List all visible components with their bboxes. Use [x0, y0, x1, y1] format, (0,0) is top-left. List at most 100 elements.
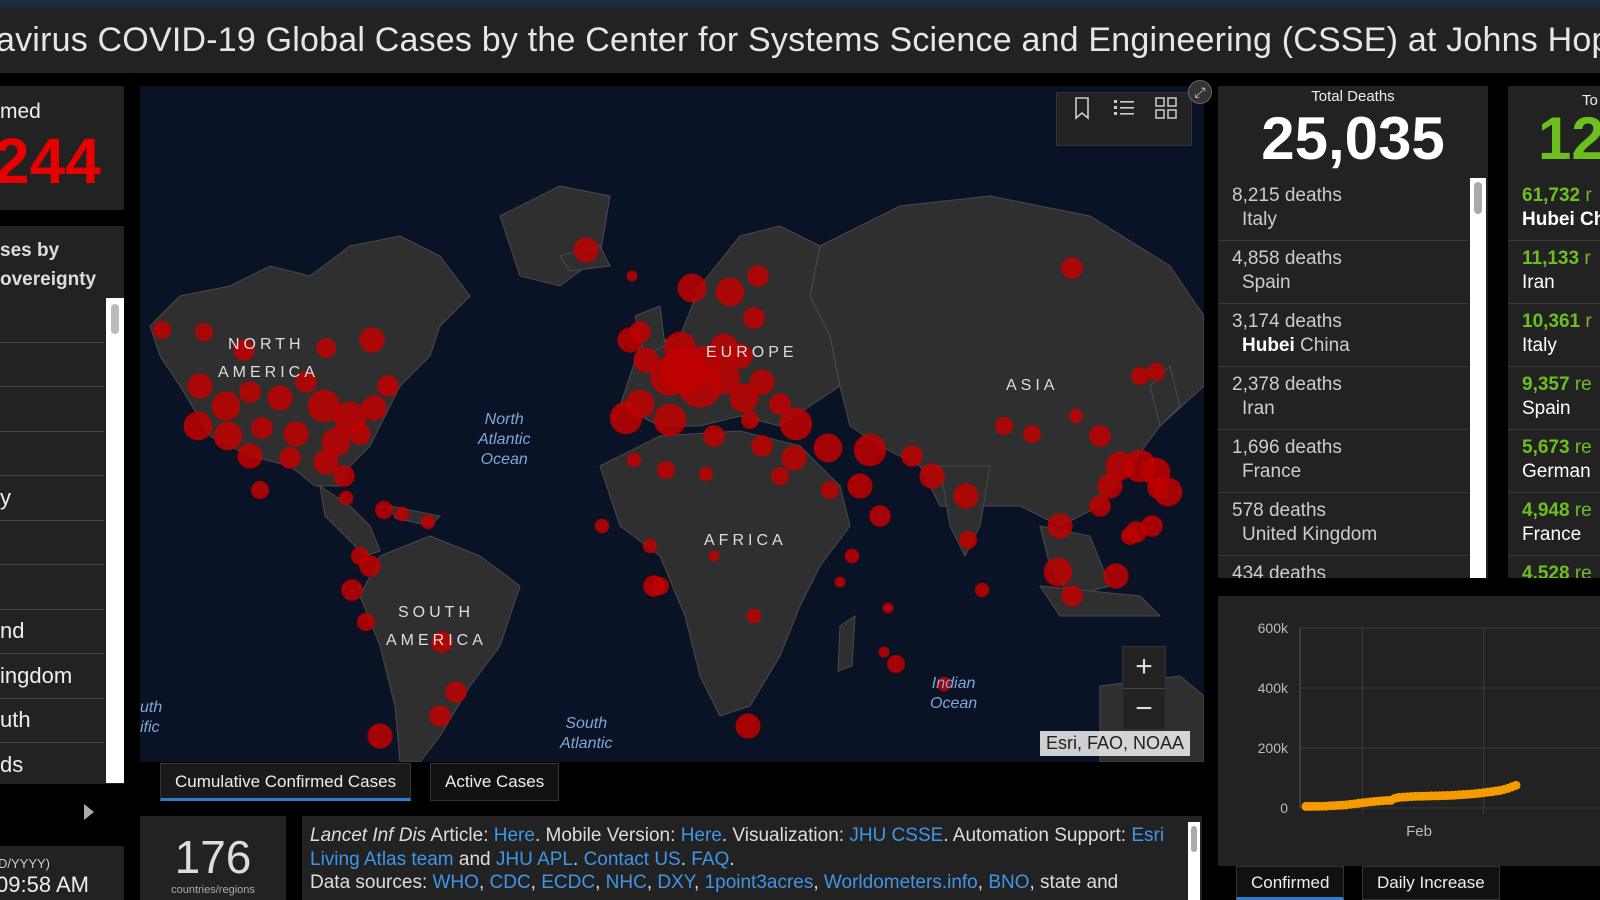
tab-active-cases[interactable]: Active Cases	[430, 763, 560, 801]
case-circle[interactable]	[779, 407, 813, 441]
case-circle[interactable]	[211, 391, 241, 421]
case-circle[interactable]	[653, 403, 687, 437]
case-circle[interactable]	[1089, 495, 1111, 517]
list-item[interactable]: 8,215 deaths Italy	[1218, 178, 1468, 241]
case-circle[interactable]	[677, 273, 707, 303]
case-circle[interactable]	[901, 445, 923, 467]
case-circle[interactable]	[771, 467, 789, 485]
case-circle[interactable]	[445, 681, 467, 703]
list-item[interactable]: ds	[0, 743, 104, 784]
case-circle[interactable]	[573, 237, 599, 263]
case-circle[interactable]	[359, 327, 385, 353]
case-circle[interactable]	[847, 473, 873, 499]
list-item[interactable]: uth	[0, 699, 104, 743]
expand-icon[interactable]: ⤢	[1188, 80, 1212, 104]
source-link-nhc[interactable]: NHC	[606, 872, 647, 893]
case-circle[interactable]	[429, 705, 451, 727]
case-circle[interactable]	[781, 445, 807, 471]
case-circle[interactable]	[251, 481, 269, 499]
source-link-bno[interactable]: BNO	[988, 872, 1029, 893]
tab-daily-increase-chart[interactable]: Daily Increase	[1362, 866, 1500, 900]
case-circle[interactable]	[1047, 513, 1073, 539]
jhu-apl-link[interactable]: JHU APL	[496, 849, 573, 870]
case-circle[interactable]	[959, 531, 977, 549]
list-item[interactable]	[0, 343, 104, 387]
next-page-arrow-icon[interactable]	[84, 804, 94, 820]
case-circle[interactable]	[1023, 425, 1041, 443]
case-circle[interactable]	[195, 323, 213, 341]
list-icon[interactable]	[1109, 93, 1139, 123]
case-circle[interactable]	[338, 490, 354, 506]
source-link-dxy[interactable]: DXY	[657, 872, 694, 893]
case-circle[interactable]	[821, 481, 839, 499]
case-circle[interactable]	[751, 435, 773, 457]
tab-confirmed-chart[interactable]: Confirmed	[1236, 866, 1345, 900]
tab-cumulative-confirmed[interactable]: Cumulative Confirmed Cases	[160, 763, 412, 801]
case-circle[interactable]	[878, 646, 890, 658]
case-circle[interactable]	[1097, 473, 1123, 499]
case-circle[interactable]	[749, 369, 775, 395]
case-circle[interactable]	[1147, 363, 1165, 381]
case-circle[interactable]	[834, 576, 846, 588]
list-item[interactable]: 10,361 r Italy	[1508, 304, 1600, 367]
contact-us-link[interactable]: Contact US	[584, 849, 681, 870]
source-link-cdc[interactable]: CDC	[490, 872, 531, 893]
case-circle[interactable]	[741, 411, 759, 429]
case-circle[interactable]	[703, 425, 725, 447]
list-item[interactable]: 61,732 r Hubei Ch	[1508, 178, 1600, 241]
case-circle[interactable]	[1147, 477, 1169, 499]
country-list-scrollbar[interactable]	[106, 298, 124, 783]
list-item[interactable]: 5,673 re German	[1508, 430, 1600, 493]
case-circle[interactable]	[642, 538, 658, 554]
case-circle[interactable]	[394, 506, 410, 522]
list-item[interactable]	[0, 521, 104, 565]
case-circle[interactable]	[267, 385, 293, 411]
case-circle[interactable]	[377, 375, 399, 397]
deaths-list-scrollbar[interactable]	[1470, 178, 1486, 578]
case-circle[interactable]	[813, 433, 843, 463]
case-circle[interactable]	[153, 321, 171, 339]
case-circle[interactable]	[341, 579, 363, 601]
list-item[interactable]: nd	[0, 610, 104, 654]
list-item[interactable]: 4,948 re France	[1508, 493, 1600, 556]
case-circle[interactable]	[316, 338, 336, 358]
list-item[interactable]: 9,357 re Spain	[1508, 367, 1600, 430]
faq-link[interactable]: FAQ	[691, 849, 729, 870]
case-circle[interactable]	[333, 465, 355, 487]
case-circle[interactable]	[1061, 585, 1083, 607]
case-circle[interactable]	[919, 463, 945, 489]
list-item[interactable]	[0, 387, 104, 432]
case-circle[interactable]	[609, 401, 643, 435]
list-item[interactable]: y	[0, 476, 104, 521]
case-circle[interactable]	[844, 548, 860, 564]
case-circle[interactable]	[251, 417, 273, 439]
list-item[interactable]	[0, 565, 104, 610]
case-circle[interactable]	[349, 423, 371, 445]
zoom-out-button[interactable]: −	[1123, 688, 1165, 729]
case-circle[interactable]	[1068, 408, 1084, 424]
scrollbar-thumb[interactable]	[1191, 826, 1197, 852]
scrollbar-thumb[interactable]	[111, 304, 119, 334]
info-scrollbar[interactable]	[1188, 822, 1200, 900]
case-circle[interactable]	[183, 411, 213, 441]
list-item[interactable]: 2,378 deaths Iran	[1218, 367, 1468, 430]
case-circle[interactable]	[1061, 257, 1083, 279]
list-item[interactable]: 434 deaths	[1218, 556, 1468, 578]
case-circle[interactable]	[953, 483, 979, 509]
case-circle[interactable]	[715, 277, 745, 307]
case-circle[interactable]	[239, 381, 261, 403]
case-circle[interactable]	[283, 421, 309, 447]
case-circle[interactable]	[1125, 521, 1147, 543]
case-circle[interactable]	[995, 417, 1013, 435]
case-circle[interactable]	[887, 655, 905, 673]
case-circle[interactable]	[594, 518, 610, 534]
case-circle[interactable]	[361, 395, 387, 421]
case-circle[interactable]	[643, 575, 665, 597]
scrollbar-thumb[interactable]	[1474, 182, 1482, 214]
case-circle[interactable]	[626, 452, 642, 468]
source-link-ecdc[interactable]: ECDC	[541, 872, 595, 893]
case-circle[interactable]	[882, 602, 894, 614]
case-circle[interactable]	[747, 265, 769, 287]
bookmark-icon[interactable]	[1067, 93, 1097, 123]
list-item[interactable]	[0, 432, 104, 476]
